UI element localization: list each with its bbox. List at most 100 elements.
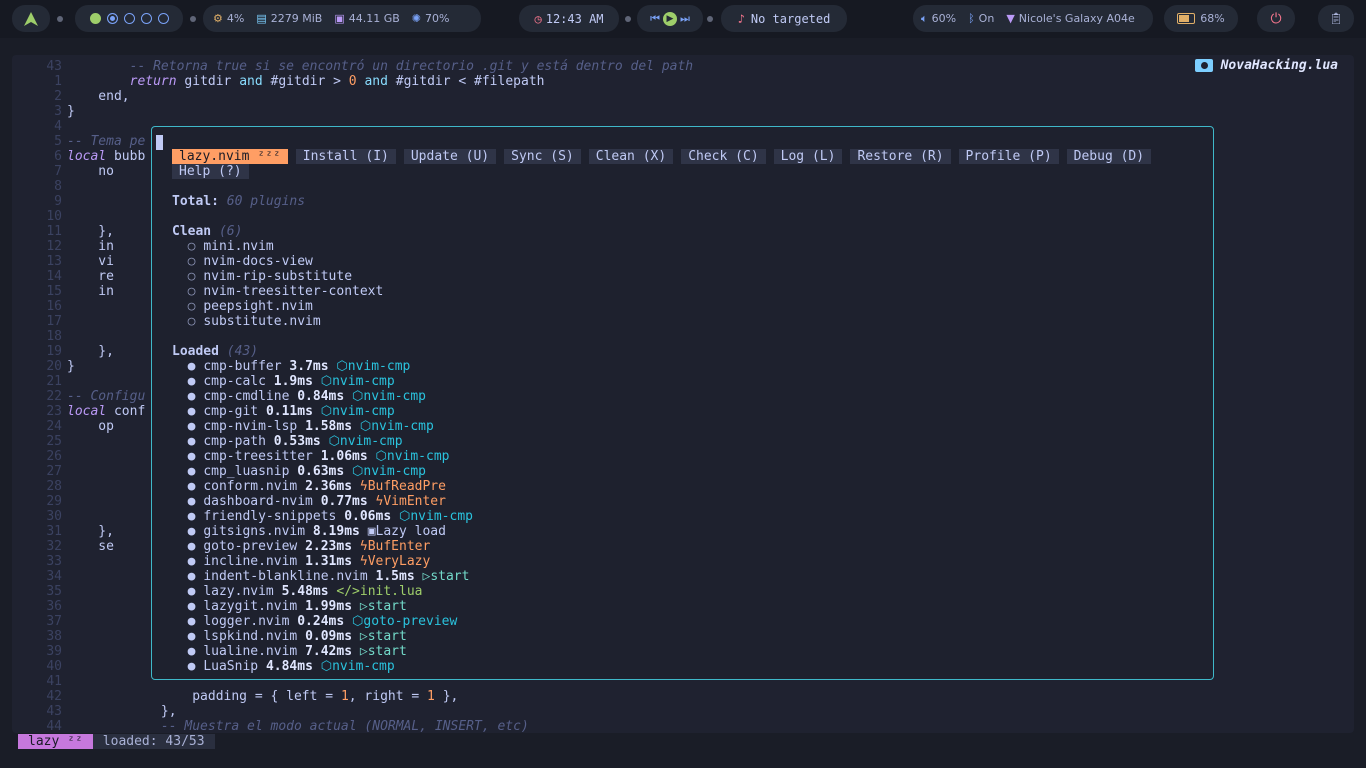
loaded-plugin-item[interactable]: ● friendly-snippets 0.06ms ⬡nvim-cmp [172,509,473,524]
code-line[interactable]: 17 [12,314,62,329]
code-line[interactable]: 21 [12,374,62,389]
loaded-plugin-item[interactable]: ● cmp-treesitter 1.06ms ⬡nvim-cmp [172,449,450,464]
clipboard-button[interactable]: 📋︎ [1318,5,1354,32]
code-line[interactable]: 12 in [12,239,114,254]
code-line[interactable]: 24 op [12,419,114,434]
lazy-install-button[interactable]: Install (I) [295,149,396,164]
clean-plugin-item[interactable]: ○ peepsight.nvim [172,299,313,314]
code-line[interactable]: 1 return gitdir and #gitdir > 0 and #git… [12,74,544,89]
launcher-button[interactable] [12,5,50,32]
connectivity-status[interactable]: 🔈︎ 60% ᛒ On ▼ Nicole's Galaxy A04e [913,5,1153,32]
power-button[interactable]: ⏻ [1257,5,1295,32]
code-line[interactable]: 18 [12,329,62,344]
workspace-2-button[interactable] [106,13,118,24]
loaded-plugin-item[interactable]: ● cmp-calc 1.9ms ⬡nvim-cmp [172,374,395,389]
play-icon[interactable]: ▶ [663,11,677,26]
code-line[interactable]: 22 -- Configu [12,389,145,404]
code-line[interactable]: 19 }, [12,344,114,359]
code-line[interactable]: 38 [12,629,62,644]
loaded-plugin-item[interactable]: ● cmp-cmdline 0.84ms ⬡nvim-cmp [172,389,426,404]
code-line[interactable]: 14 re [12,269,114,284]
clean-plugin-item[interactable]: ○ nvim-docs-view [172,254,313,269]
code-line[interactable]: 29 [12,494,62,509]
volume-icon[interactable]: 🔈︎ [921,12,928,26]
code-line[interactable]: 43 -- Retorna true si se encontró un dir… [12,59,693,74]
loaded-plugin-item[interactable]: ● lspkind.nvim 0.09ms ▷start [172,629,407,644]
code-line[interactable]: 30 [12,509,62,524]
code-line[interactable]: 2 end, [12,89,129,104]
clean-plugin-item[interactable]: ○ mini.nvim [172,239,274,254]
code-line[interactable]: 43 }, [12,704,176,719]
code-line[interactable]: 16 [12,299,62,314]
code-line[interactable]: 5 -- Tema pe [12,134,145,149]
lazy-restore-button[interactable]: Restore (R) [850,149,951,164]
battery[interactable]: 68% [1164,5,1238,32]
code-line[interactable]: 40 [12,659,62,674]
loaded-plugin-item[interactable]: ● cmp-git 0.11ms ⬡nvim-cmp [172,404,395,419]
workspace-5-button[interactable] [157,13,169,24]
loaded-plugin-item[interactable]: ● lazygit.nvim 1.99ms ▷start [172,599,407,614]
lazy-home-tab[interactable]: lazy.nvim ᶻᶻᶻ [172,149,288,164]
media-status[interactable]: ♪ No targeted [721,5,847,32]
code-line[interactable]: 13 vi [12,254,114,269]
code-line[interactable]: 9 [12,194,62,209]
code-line[interactable]: 36 [12,599,62,614]
loaded-plugin-item[interactable]: ● incline.nvim 1.31ms ϟVeryLazy [172,554,431,569]
lazy-help-button[interactable]: Help (?) [172,164,249,179]
code-line[interactable]: 39 [12,644,62,659]
code-line[interactable]: 7 no [12,164,114,179]
loaded-section-header[interactable]: Loaded (43) [172,344,258,359]
code-line[interactable]: 41 [12,674,62,689]
lazy-clean-button[interactable]: Clean (X) [588,149,674,164]
lazy-debug-button[interactable]: Debug (D) [1066,149,1152,164]
code-line[interactable]: 25 [12,434,62,449]
workspace-4-button[interactable] [140,13,152,24]
clean-plugin-item[interactable]: ○ nvim-rip-substitute [172,269,352,284]
loaded-plugin-item[interactable]: ● lualine.nvim 7.42ms ▷start [172,644,407,659]
code-line[interactable]: 42 padding = { left = 1, right = 1 }, [12,689,458,704]
loaded-plugin-item[interactable]: ● logger.nvim 0.24ms ⬡goto-preview [172,614,458,629]
lazy-check-button[interactable]: Check (C) [681,149,766,164]
lazy-plugin-manager[interactable]: lazy.nvim ᶻᶻᶻ Install (I) Update (U) Sync (… [151,126,1214,680]
previous-track-icon[interactable]: ⏮ [650,12,660,26]
workspace-3-button[interactable] [123,13,135,24]
loaded-plugin-item[interactable]: ● goto-preview 2.23ms ϟBufEnter [172,539,431,554]
lazy-profile-button[interactable]: Profile (P) [958,149,1059,164]
code-line[interactable]: 20} [12,359,74,374]
code-line[interactable]: 15 in [12,284,114,299]
code-line[interactable]: 3} [12,104,75,119]
code-line[interactable]: 8 [12,179,62,194]
next-track-icon[interactable]: ⏭ [680,12,690,26]
workspace-switcher[interactable] [75,5,183,32]
code-line[interactable]: 28 [12,479,62,494]
code-line[interactable]: 35 [12,584,62,599]
code-line[interactable]: 10 [12,209,62,224]
loaded-plugin-item[interactable]: ● lazy.nvim 5.48ms </>init.lua [172,584,423,599]
code-line[interactable]: 34 [12,569,62,584]
code-line[interactable]: 33 [12,554,62,569]
bluetooth-icon[interactable]: ᛒ [968,12,975,25]
loaded-plugin-item[interactable]: ● gitsigns.nvim 8.19ms ▣Lazy load [172,524,446,539]
clean-section-header[interactable]: Clean (6) [172,224,242,239]
code-line[interactable]: 6 local bubb [12,149,145,164]
workspace-1-button[interactable] [89,13,101,24]
code-line[interactable]: 11 }, [12,224,114,239]
loaded-plugin-item[interactable]: ● cmp-buffer 3.7ms ⬡nvim-cmp [172,359,411,374]
loaded-plugin-item[interactable]: ● indent-blankline.nvim 1.5ms ▷start [172,569,470,584]
wifi-icon[interactable]: ▼ [1006,12,1014,25]
clean-plugin-item[interactable]: ○ substitute.nvim [172,314,321,329]
code-line[interactable]: 4 [12,119,62,134]
code-line[interactable]: 27 [12,464,62,479]
lazy-update-button[interactable]: Update (U) [403,149,497,164]
media-controls[interactable]: ⏮ ▶ ⏭ [637,5,703,32]
lazy-sync-button[interactable]: Sync (S) [504,149,581,164]
code-line[interactable]: 23 local conf [12,404,145,419]
lazy-log-button[interactable]: Log (L) [773,149,843,164]
code-line[interactable]: 31 }, [12,524,114,539]
loaded-plugin-item[interactable]: ● cmp_luasnip 0.63ms ⬡nvim-cmp [172,464,426,479]
code-line[interactable]: 26 [12,449,62,464]
loaded-plugin-item[interactable]: ● dashboard-nvim 0.77ms ϟVimEnter [172,494,446,509]
clean-plugin-item[interactable]: ○ nvim-treesitter-context [172,284,384,299]
clock[interactable]: ◷ 12:43 AM [519,5,619,32]
loaded-plugin-item[interactable]: ● conform.nvim 2.36ms ϟBufReadPre [172,479,446,494]
